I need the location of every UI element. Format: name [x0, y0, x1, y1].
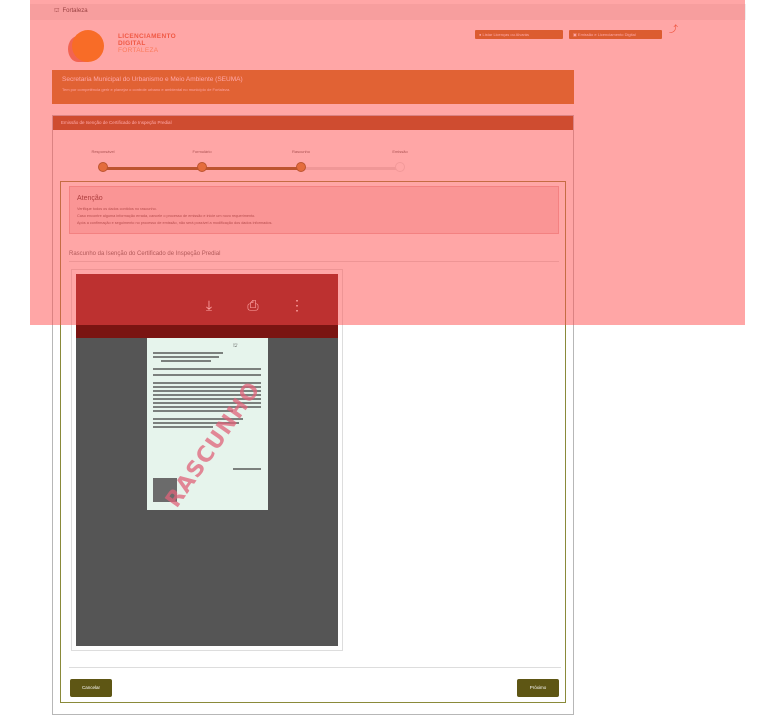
external-link-icon[interactable]: ⤴ — [669, 24, 679, 34]
step-formulario: Formulário — [172, 148, 232, 172]
user-icon: ● — [479, 32, 482, 37]
brand-title: LICENCIAMENTO DIGITAL FORTALEZA — [118, 33, 176, 54]
list-licenses-button[interactable]: ● Listar Licenças ou Alvarás — [475, 30, 563, 39]
fortaleza-seal-icon: ⛫ — [233, 343, 238, 349]
step-rascunho: Rascunho — [271, 148, 331, 172]
pdf-toolbar: ⤓ ⎙ ⋮ — [76, 274, 338, 338]
document-icon: ▣ — [573, 32, 577, 37]
step-dot — [197, 162, 207, 172]
print-icon[interactable]: ⎙ — [244, 296, 262, 314]
cancel-button[interactable]: Cancelar — [70, 679, 112, 697]
alert-line: Caso encontre alguma informação errada, … — [77, 214, 256, 218]
secretaria-subtitle: Tem por competência gerir e planejar o c… — [62, 87, 231, 92]
step-dot — [395, 162, 405, 172]
licenciamento-logo[interactable] — [68, 30, 114, 62]
pdf-viewer[interactable]: ⤓ ⎙ ⋮ ⛫ RASCUNHO — [71, 269, 343, 651]
next-button[interactable]: Próximo — [517, 679, 559, 697]
card-title: Emissão de Isenção de Certificado de Ins… — [53, 116, 573, 130]
divider — [69, 667, 561, 668]
pdf-canvas[interactable]: ⤓ ⎙ ⋮ ⛫ RASCUNHO — [76, 274, 338, 646]
fortaleza-logo[interactable]: ⛫ Fortaleza — [54, 7, 88, 15]
secretaria-banner: Secretaria Municipal do Urbanismo e Meio… — [52, 70, 574, 104]
step-responsavel: Responsável — [73, 148, 133, 172]
alert-title: Atenção — [77, 195, 103, 202]
draft-panel: Atenção Verifique todos os dados contido… — [60, 181, 566, 703]
attention-alert: Atenção Verifique todos os dados contido… — [69, 186, 559, 234]
more-vert-icon[interactable]: ⋮ — [288, 296, 306, 314]
divider — [69, 261, 559, 262]
pdf-page: ⛫ RASCUNHO — [147, 338, 268, 512]
alert-line: Verifique todos os dados contidos no ras… — [77, 207, 157, 211]
alert-line: Após a confirmação e seguimento no proce… — [77, 221, 273, 225]
download-icon[interactable]: ⤓ — [200, 296, 218, 314]
section-title: Rascunho da Isenção do Certificado de In… — [69, 251, 221, 257]
step-dot — [296, 162, 306, 172]
city-crest-icon: ⛫ — [54, 8, 60, 14]
top-bar: ⛫ Fortaleza — [30, 4, 746, 20]
step-dot — [98, 162, 108, 172]
digital-licensing-button[interactable]: ▣ Emissão e Licenciamento Digital — [569, 30, 662, 39]
step-emissao: Emissão — [370, 148, 430, 172]
stepper: Responsável Formulário Rascunho Emissão — [91, 148, 443, 178]
secretaria-title: Secretaria Municipal do Urbanismo e Meio… — [62, 76, 243, 83]
emission-card: Emissão de Isenção de Certificado de Ins… — [52, 115, 574, 715]
